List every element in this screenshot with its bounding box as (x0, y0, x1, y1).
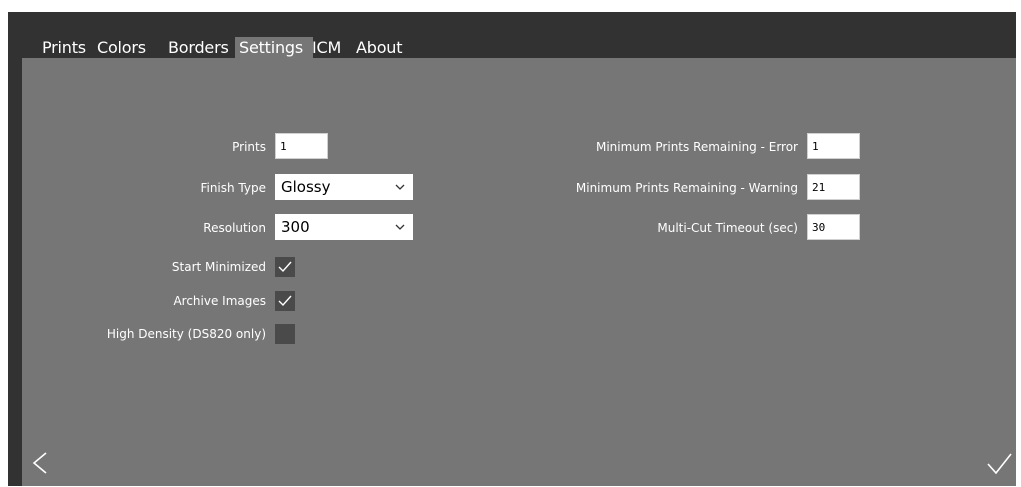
checkmark-icon (278, 261, 292, 273)
settings-window: Prints Colors Borders Settings ICM About… (8, 12, 1016, 486)
finish-type-select[interactable]: Glossy (275, 174, 413, 200)
tab-prints[interactable]: Prints (42, 37, 86, 58)
resolution-select[interactable]: 300 (275, 214, 413, 240)
resolution-value: 300 (281, 218, 310, 236)
min-prints-error-input[interactable] (807, 133, 860, 159)
multi-cut-timeout-input[interactable] (807, 214, 860, 240)
tab-icm[interactable]: ICM (312, 37, 341, 58)
tab-colors[interactable]: Colors (97, 37, 146, 58)
tab-about[interactable]: About (356, 37, 403, 58)
chevron-left-icon (32, 452, 47, 474)
min-prints-warning-label: Minimum Prints Remaining - Warning (575, 181, 798, 195)
tab-borders[interactable]: Borders (168, 37, 229, 58)
archive-images-label: Archive Images (173, 294, 266, 308)
min-prints-error-label: Minimum Prints Remaining - Error (595, 140, 798, 154)
start-minimized-label: Start Minimized (171, 260, 266, 274)
prints-input[interactable] (275, 133, 328, 159)
tab-settings[interactable]: Settings (235, 37, 313, 58)
start-minimized-checkbox[interactable] (275, 257, 295, 277)
high-density-checkbox[interactable] (275, 324, 295, 344)
checkmark-icon (987, 453, 1012, 475)
finish-type-label: Finish Type (200, 181, 266, 195)
high-density-label: High Density (DS820 only) (106, 327, 266, 341)
min-prints-warning-input[interactable] (807, 174, 860, 200)
chevron-down-icon (393, 174, 407, 200)
archive-images-checkbox[interactable] (275, 291, 295, 311)
chevron-down-icon (393, 214, 407, 240)
multi-cut-timeout-label: Multi-Cut Timeout (sec) (657, 221, 798, 235)
checkmark-icon (278, 295, 292, 307)
prints-label: Prints (232, 140, 266, 154)
back-button[interactable] (26, 448, 56, 478)
finish-type-value: Glossy (281, 178, 331, 196)
settings-panel: Prints Finish Type Glossy Resolution 300… (22, 58, 1016, 486)
tab-bar: Prints Colors Borders Settings ICM About (8, 12, 1016, 58)
resolution-label: Resolution (203, 221, 266, 235)
confirm-button[interactable] (984, 448, 1014, 478)
